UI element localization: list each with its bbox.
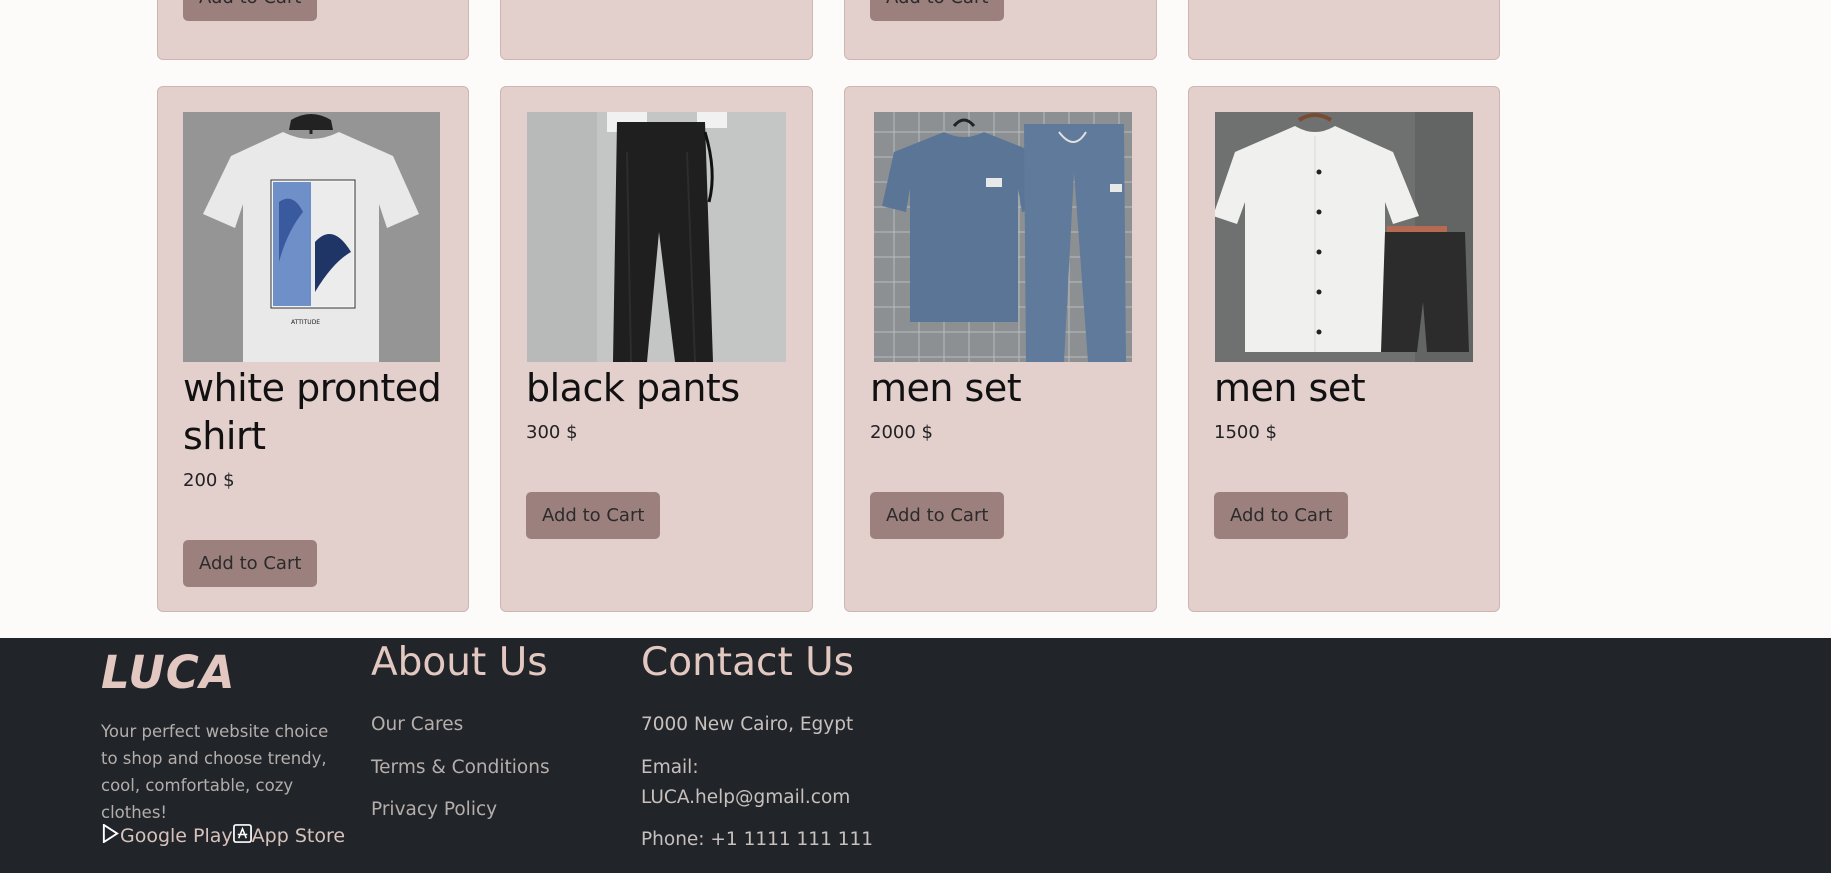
product-title: black pants [526,366,740,410]
product-card: men set 1500 $ Add to Cart [1188,86,1500,612]
google-play-link[interactable]: Google Play [101,823,233,848]
footer-link-our-cares[interactable]: Our Cares [371,714,463,735]
product-price: 2000 $ [870,422,933,443]
footer-link-privacy[interactable]: Privacy Policy [371,799,497,820]
product-price: 300 $ [526,422,578,443]
product-title: men set [1214,366,1366,410]
app-store-links: Google Play App Store [101,823,346,848]
contact-heading: Contact Us [641,640,854,685]
about-heading: About Us [371,640,548,685]
app-store-link[interactable]: App Store [232,824,346,848]
svg-text:ATTITUDE: ATTITUDE [291,319,320,326]
add-to-cart-button[interactable]: Add to Cart [183,540,318,587]
contact-email-label: Email: [641,757,699,778]
product-image-white-tshirt[interactable]: ATTITUDE [183,112,440,362]
product-title: men set [870,366,1022,410]
footer-link-terms[interactable]: Terms & Conditions [371,757,550,778]
add-to-cart-button[interactable]: Add to Cart [870,0,1005,21]
product-card: ATTITUDE white pronted shirt 200 $ Add t… [157,86,469,612]
product-card: men set 2000 $ Add to Cart [844,86,1157,612]
product-card-top-2 [500,0,813,60]
product-card-top-4 [1188,0,1500,60]
footer-logo: LUCA [101,646,236,699]
product-image-black-pants[interactable] [527,112,786,362]
google-play-label: Google Play [120,825,233,847]
product-image-white-shirt-set[interactable] [1215,112,1473,362]
site-footer: LUCA Your perfect website choice to shop… [0,638,1831,873]
add-to-cart-button[interactable]: Add to Cart [183,0,318,21]
footer-tagline: Your perfect website choice to shop and … [101,722,329,822]
product-card-top-1: Add to Cart [157,0,469,60]
contact-phone: Phone: +1 1111 111 111 [641,829,874,850]
app-store-icon [232,824,252,848]
add-to-cart-button[interactable]: Add to Cart [1214,492,1349,539]
add-to-cart-button[interactable]: Add to Cart [526,492,661,539]
product-title: white pronted shirt [183,366,442,458]
contact-address: 7000 New Cairo, Egypt [641,714,854,735]
product-card: black pants 300 $ Add to Cart [500,86,813,612]
app-store-label: App Store [251,825,346,847]
product-card-top-3: Add to Cart [844,0,1157,60]
product-price: 1500 $ [1214,422,1277,443]
add-to-cart-button[interactable]: Add to Cart [870,492,1005,539]
product-price: 200 $ [183,470,235,491]
contact-email[interactable]: LUCA.help@gmail.com [641,783,850,813]
product-image-blue-set[interactable] [874,112,1132,362]
google-play-icon [101,823,120,848]
